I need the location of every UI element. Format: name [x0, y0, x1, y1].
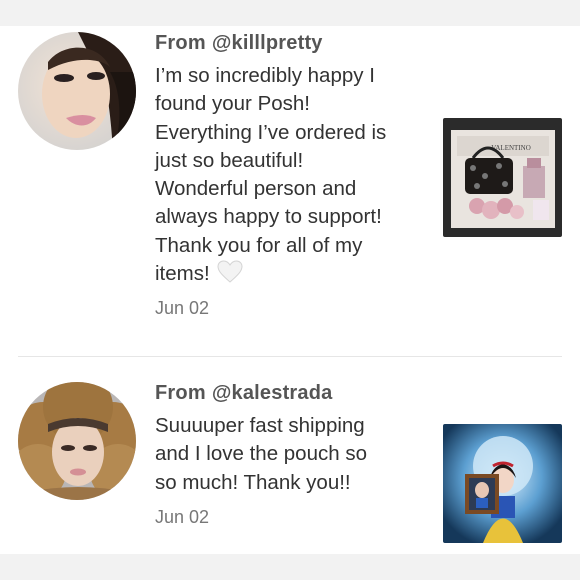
review-divider: [18, 356, 562, 357]
author-handle-link[interactable]: @killlpretty: [212, 32, 323, 54]
author-handle-link[interactable]: @kalestrada: [212, 382, 333, 404]
review-author: From @killlpretty: [155, 32, 425, 55]
review-line: found your Posh!: [155, 92, 310, 116]
review-text: I’m so incredibly happy I found your Pos…: [155, 62, 425, 288]
review-line: Wonderful person and: [155, 177, 357, 201]
review-content: From @kalestrada Suuuuper fast shipping a…: [155, 382, 425, 528]
review-line: and I love the pouch so: [155, 442, 367, 466]
review-author: From @kalestrada: [155, 382, 425, 405]
review-line-last: items!: [155, 260, 425, 288]
review-line: I’m so incredibly happy I: [155, 64, 375, 87]
avatar[interactable]: [18, 32, 136, 150]
review-line: so much! Thank you!!: [155, 470, 351, 494]
review-line: items!: [155, 262, 210, 286]
listing-thumbnail[interactable]: VALENTINO: [443, 118, 562, 237]
review-line: Thank you for all of my: [155, 233, 363, 257]
from-label: From: [155, 32, 206, 54]
review-date: Jun 02: [155, 298, 210, 319]
review-date: Jun 02: [155, 506, 210, 527]
review-line: just so beautiful!: [155, 148, 304, 172]
review-line: always happy to support!: [155, 205, 382, 229]
reviews-card: From @killlpretty I’m so incredibly happy…: [0, 26, 580, 554]
review-line: Everything I’ve ordered is: [155, 120, 387, 144]
review-item: From @kalestrada Suuuuper fast shipping a…: [0, 376, 580, 554]
review-item: From @killlpretty I’m so incredibly happy…: [0, 26, 580, 356]
listing-thumbnail[interactable]: [443, 424, 562, 543]
from-label: From: [155, 382, 206, 404]
avatar[interactable]: [18, 382, 136, 500]
review-text: Suuuuper fast shipping and I love the po…: [155, 412, 425, 497]
white-heart-icon: [217, 260, 243, 284]
review-content: From @killlpretty I’m so incredibly happy…: [155, 32, 425, 319]
review-line: Suuuuper fast shipping: [155, 414, 365, 437]
